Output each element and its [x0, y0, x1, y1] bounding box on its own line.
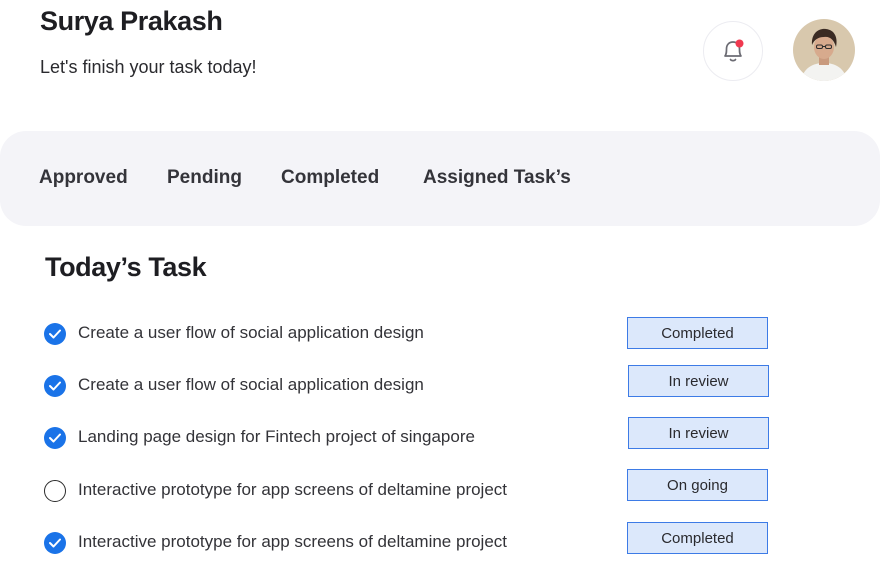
tab-assigned-tasks[interactable]: Assigned Task’s	[423, 167, 571, 189]
bell-icon	[724, 39, 744, 62]
task-text: Interactive prototype for app screens of…	[78, 480, 508, 499]
checkmark-icon	[49, 329, 61, 339]
task-checkbox[interactable]	[44, 427, 66, 449]
task-text: Create a user flow of social application…	[78, 375, 424, 394]
task-text: Interactive prototype for app screens of…	[78, 532, 508, 551]
task-row: Landing page design for Fintech project …	[0, 417, 880, 459]
avatar[interactable]	[793, 19, 855, 81]
task-checkbox[interactable]	[44, 375, 66, 397]
task-checkbox[interactable]	[44, 480, 66, 502]
status-badge[interactable]: In review	[628, 417, 769, 449]
user-avatar-image	[793, 19, 855, 81]
task-checkbox[interactable]	[44, 323, 66, 345]
checkmark-icon	[49, 433, 61, 443]
tab-approved[interactable]: Approved	[39, 167, 128, 189]
greeting-text: Let's finish your task today!	[40, 57, 257, 77]
section-title: Today’s Task	[45, 252, 207, 282]
task-checkbox[interactable]	[44, 532, 66, 554]
checkmark-icon	[49, 381, 61, 391]
task-row: Interactive prototype for app screens of…	[0, 522, 880, 564]
status-badge[interactable]: Completed	[627, 522, 768, 554]
task-row: Create a user flow of social application…	[0, 315, 880, 355]
checkmark-icon	[49, 538, 61, 548]
user-name: Surya Prakash	[40, 6, 223, 36]
tab-bar: Approved Pending Completed Assigned Task…	[0, 131, 880, 226]
notification-button[interactable]	[703, 21, 763, 81]
task-text: Landing page design for Fintech project …	[78, 427, 475, 446]
tab-completed[interactable]: Completed	[281, 167, 379, 189]
status-badge[interactable]: In review	[628, 365, 769, 397]
status-badge[interactable]: Completed	[627, 317, 768, 349]
status-badge[interactable]: On going	[627, 469, 768, 501]
task-row: Interactive prototype for app screens of…	[0, 469, 880, 512]
tab-pending[interactable]: Pending	[167, 167, 242, 189]
task-row: Create a user flow of social application…	[0, 365, 880, 407]
task-text: Create a user flow of social application…	[78, 323, 424, 342]
notification-dot	[735, 39, 744, 48]
